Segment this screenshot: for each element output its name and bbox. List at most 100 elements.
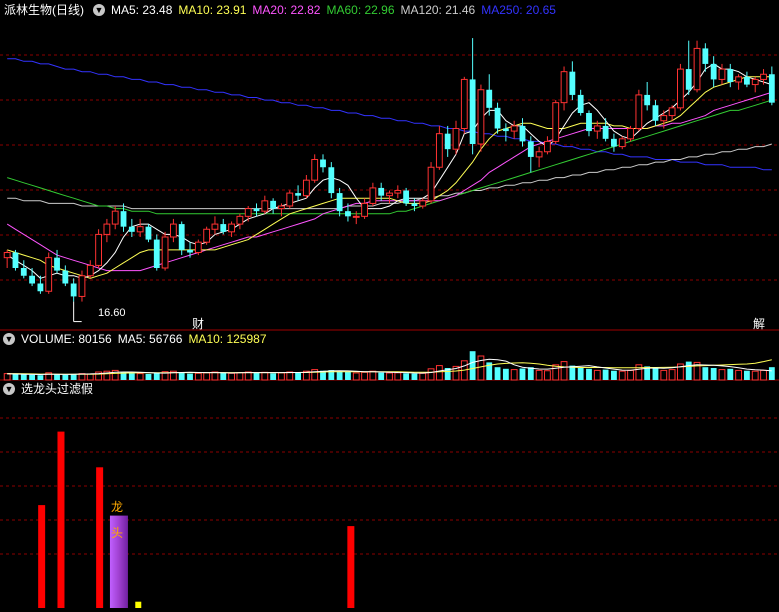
volume-bar bbox=[411, 373, 418, 380]
candle-body bbox=[760, 73, 767, 80]
volume-bar bbox=[510, 369, 518, 381]
candle-body bbox=[54, 257, 60, 271]
candle-body bbox=[178, 224, 185, 250]
candle-body bbox=[552, 102, 560, 142]
financial-report-marker[interactable]: 财 bbox=[192, 315, 204, 332]
ma60-label: MA60: 22.96 bbox=[326, 3, 395, 17]
volume-bar bbox=[361, 371, 368, 381]
candle-body bbox=[644, 94, 651, 106]
candle-body bbox=[62, 270, 69, 284]
volume-bar bbox=[710, 368, 717, 380]
candle-body bbox=[502, 128, 509, 132]
candle-body bbox=[203, 228, 211, 243]
volume-bar bbox=[718, 369, 726, 381]
volume-bar bbox=[345, 372, 351, 380]
candle-body bbox=[111, 210, 119, 225]
signal-bar bbox=[96, 467, 104, 608]
volume-bar bbox=[743, 370, 750, 380]
candle-body bbox=[519, 125, 526, 142]
candle-body bbox=[153, 239, 160, 268]
filter-expand-icon[interactable]: ▼ bbox=[3, 383, 15, 395]
volume-bar bbox=[469, 351, 476, 380]
volume-bar bbox=[427, 368, 435, 381]
volume-bar bbox=[295, 372, 301, 380]
signal-bar bbox=[347, 526, 355, 608]
candle-body bbox=[751, 78, 759, 86]
volume-bar bbox=[386, 372, 393, 381]
volume-panel-header: ▼ VOLUME: 80156 MA5: 56766 MA10: 125987 bbox=[0, 330, 273, 348]
candle-body bbox=[627, 128, 634, 140]
candle-body bbox=[560, 71, 568, 104]
candle-body bbox=[336, 193, 343, 212]
volume-bar bbox=[228, 372, 235, 381]
candle-body bbox=[220, 224, 227, 232]
ma20-label: MA20: 22.82 bbox=[252, 3, 321, 17]
candle-body bbox=[311, 159, 319, 181]
candle-body bbox=[702, 48, 709, 64]
candle-body bbox=[302, 179, 310, 197]
volume-bar bbox=[544, 370, 551, 381]
candle-body bbox=[460, 78, 468, 129]
candle-body bbox=[677, 68, 684, 109]
volume-bar bbox=[685, 361, 692, 380]
volume-bar bbox=[178, 372, 185, 380]
chart-canvas bbox=[0, 38, 779, 608]
dragon-label-1: 龙 bbox=[111, 500, 124, 514]
unlock-marker[interactable]: 解 bbox=[753, 315, 765, 332]
candle-body bbox=[270, 200, 277, 209]
ma120-label: MA120: 21.46 bbox=[400, 3, 476, 17]
candle-body bbox=[328, 167, 335, 194]
volume-expand-icon[interactable]: ▼ bbox=[3, 333, 15, 345]
grid-lines bbox=[0, 54, 779, 555]
candle-body bbox=[70, 283, 77, 297]
stock-name: 派林生物(日线) bbox=[4, 3, 84, 17]
volume-bar bbox=[244, 371, 252, 381]
volume-bar bbox=[278, 372, 285, 381]
candle-body bbox=[419, 200, 427, 207]
candle-body bbox=[618, 138, 626, 148]
candle-body bbox=[768, 74, 775, 103]
candle-body bbox=[469, 79, 476, 144]
dragon-label-2: 头 bbox=[111, 526, 124, 540]
volume-bar bbox=[760, 369, 767, 381]
ma5-label: MA5: 23.48 bbox=[111, 3, 173, 17]
volume-bar bbox=[203, 372, 211, 381]
volume-bar bbox=[352, 372, 360, 381]
volume-bar bbox=[136, 373, 144, 381]
candle-body bbox=[86, 264, 94, 277]
volume-bar bbox=[253, 372, 260, 380]
candle-body bbox=[411, 203, 418, 206]
low-price-label: 16.60 bbox=[98, 307, 126, 319]
candle-body bbox=[378, 187, 385, 196]
candle-body bbox=[693, 47, 701, 91]
signal-bar bbox=[135, 601, 142, 608]
candle-body bbox=[12, 252, 19, 268]
volume-bar bbox=[519, 368, 526, 380]
candle-body bbox=[20, 268, 27, 276]
candle-body bbox=[169, 223, 177, 238]
volume-bar bbox=[627, 369, 634, 381]
volume-bar bbox=[270, 373, 277, 380]
candle-body bbox=[161, 236, 169, 269]
candle-body bbox=[286, 192, 294, 207]
volume-bar bbox=[652, 368, 659, 380]
expand-icon[interactable]: ▼ bbox=[93, 4, 105, 16]
candle-body bbox=[228, 223, 235, 233]
candle-body bbox=[494, 107, 501, 129]
candle-body bbox=[3, 252, 11, 259]
price-ma-lines bbox=[6, 58, 772, 279]
volume-bar bbox=[211, 371, 219, 381]
candle-body bbox=[145, 226, 152, 240]
candle-body bbox=[735, 76, 743, 83]
candle-body bbox=[320, 159, 326, 168]
candle-body bbox=[361, 202, 368, 217]
candle-body bbox=[386, 192, 393, 197]
candle-body bbox=[394, 190, 402, 194]
volume-ma10-label: MA10: 125987 bbox=[188, 332, 267, 346]
volume-ma5-label: MA5: 56766 bbox=[117, 332, 183, 346]
ma10-label: MA10: 23.91 bbox=[178, 3, 247, 17]
volume-bar bbox=[527, 367, 534, 380]
signal-bar bbox=[57, 431, 65, 608]
candle-body bbox=[29, 275, 36, 284]
candle-body bbox=[194, 241, 202, 254]
